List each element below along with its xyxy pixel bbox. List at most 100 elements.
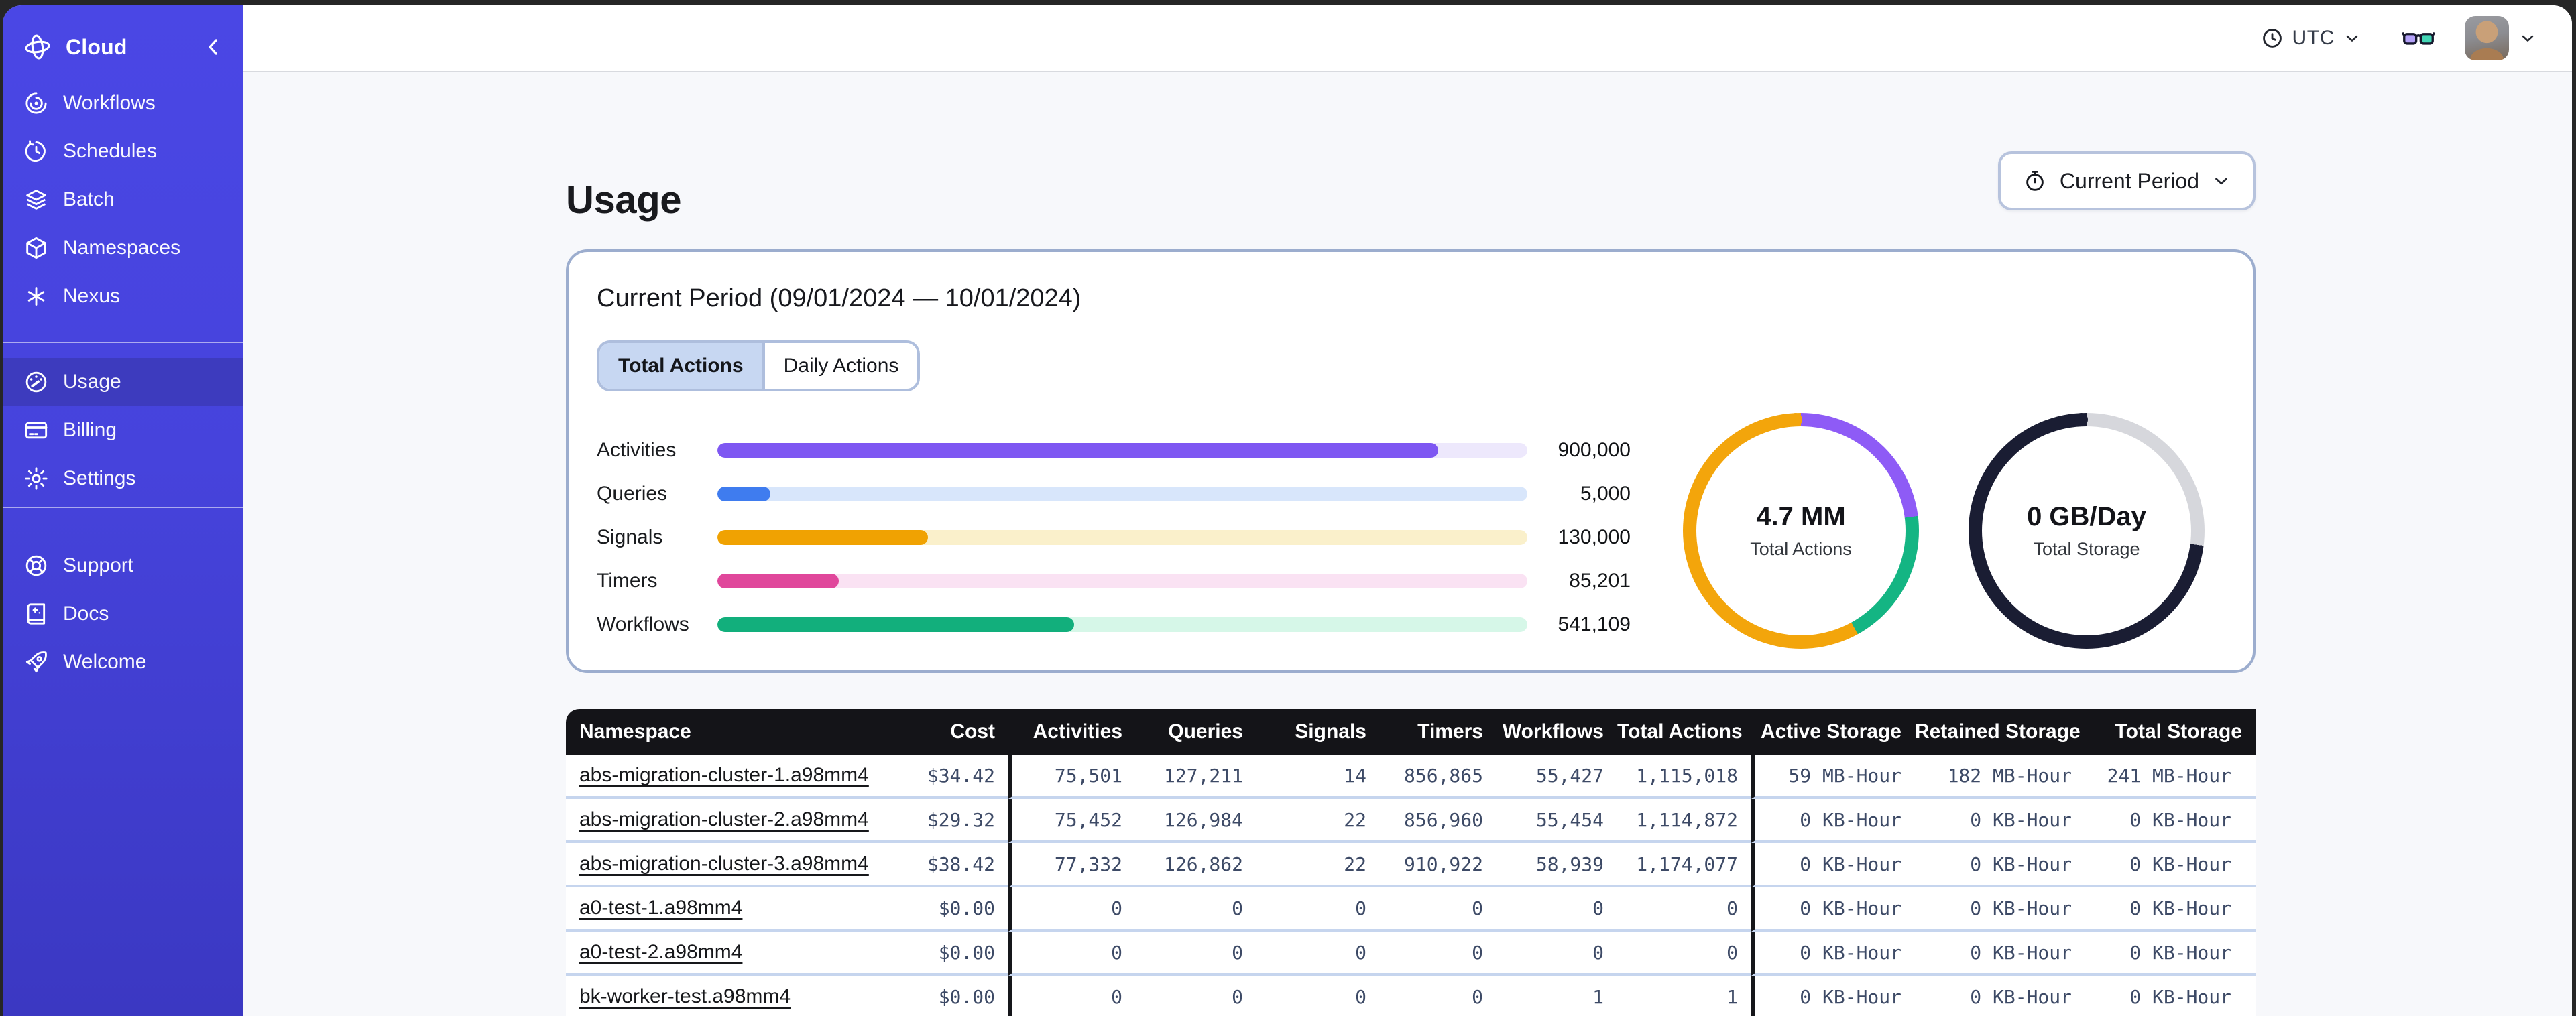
clock-icon xyxy=(2262,29,2282,48)
bar-track xyxy=(717,530,1527,545)
table-row: abs-migration-cluster-3.a98mm4 $38.42 77… xyxy=(566,843,2256,887)
card-title: Current Period (09/01/2024 — 10/01/2024) xyxy=(597,284,1081,312)
brand-label: Cloud xyxy=(66,34,127,59)
activities-cell: 77,332 xyxy=(1008,843,1136,887)
namespace-link[interactable]: abs-migration-cluster-2.a98mm4 xyxy=(579,808,869,830)
namespace-link[interactable]: a0-test-1.a98mm4 xyxy=(579,897,742,919)
namespace-cell: a0-test-1.a98mm4 xyxy=(566,887,882,932)
bar-row: Timers 85,201 xyxy=(597,566,1631,596)
total-actions-cell: 1,114,872 xyxy=(1617,799,1751,843)
bar-fill xyxy=(717,487,770,501)
activities-cell: 0 xyxy=(1008,932,1136,976)
bar-label: Signals xyxy=(597,526,663,548)
namespace-link[interactable]: abs-migration-cluster-3.a98mm4 xyxy=(579,852,869,875)
table-header-row: Namespace Cost Activities Queries Signal… xyxy=(566,709,2256,755)
namespace-link[interactable]: abs-migration-cluster-1.a98mm4 xyxy=(579,764,869,786)
bar-row: Signals 130,000 xyxy=(597,523,1631,552)
signals-cell: 22 xyxy=(1256,799,1380,843)
period-selector-button[interactable]: Current Period xyxy=(1997,151,2256,210)
bar-row: Activities 900,000 xyxy=(597,436,1631,465)
settings-gear-icon xyxy=(25,467,48,490)
account-menu-button[interactable] xyxy=(2465,16,2537,60)
tab[interactable]: Total Actions xyxy=(599,343,762,389)
namespace-cell: a0-test-2.a98mm4 xyxy=(566,932,882,976)
bar-track xyxy=(717,443,1527,458)
topbar: UTC xyxy=(243,5,2572,72)
bar-label: Activities xyxy=(597,439,677,461)
sidebar-item-schedules[interactable]: Schedules xyxy=(3,127,243,176)
table-row: abs-migration-cluster-1.a98mm4 $34.42 75… xyxy=(566,755,2256,799)
queries-cell: 127,211 xyxy=(1136,755,1256,799)
welcome-rocket-icon xyxy=(25,651,47,673)
bar-track xyxy=(717,487,1527,501)
chevron-left-icon xyxy=(209,39,217,55)
sidebar-collapse-button[interactable] xyxy=(200,34,227,60)
browser-window: Cloud Workflows Schedules Batch Namespac… xyxy=(3,5,2572,1016)
cloud-logo-icon xyxy=(25,34,50,60)
namespace-link[interactable]: bk-worker-test.a98mm4 xyxy=(579,985,791,1007)
retained-storage-cell: 0 KB-Hour xyxy=(1915,932,2085,976)
bar-label: Timers xyxy=(597,570,658,592)
signals-cell: 0 xyxy=(1256,976,1380,1016)
total-actions-donut: 4.7 MM Total Actions xyxy=(1683,413,1919,649)
bar-fill xyxy=(717,617,1074,632)
workflows-cell: 0 xyxy=(1497,932,1617,976)
bar-value: 541,109 xyxy=(1558,613,1631,635)
timers-cell: 0 xyxy=(1380,932,1497,976)
total-actions-cell: 1 xyxy=(1617,976,1751,1016)
actions-bar-chart: Activities 900,000 Queries 5,000 Signals… xyxy=(597,436,1631,653)
bar-fill xyxy=(717,530,929,545)
retained-storage-cell: 0 KB-Hour xyxy=(1915,976,2085,1016)
table-row: bk-worker-test.a98mm4 $0.00 0 0 0 0 1 1 … xyxy=(566,976,2256,1016)
active-storage-cell: 0 KB-Hour xyxy=(1751,976,1915,1016)
workflows-cell: 1 xyxy=(1497,976,1617,1016)
sidebar: Cloud Workflows Schedules Batch Namespac… xyxy=(3,5,243,1016)
column-header: Total Storage xyxy=(2085,709,2256,755)
sidebar-item-namespaces[interactable]: Namespaces xyxy=(3,224,243,272)
timezone-selector[interactable]: UTC xyxy=(2260,26,2361,50)
sidebar-item-nexus[interactable]: Nexus xyxy=(3,272,243,320)
bar-fill xyxy=(717,574,839,588)
cost-cell: $34.42 xyxy=(882,755,1008,799)
sidebar-item-support[interactable]: Support xyxy=(3,542,243,590)
sidebar-primary-nav: Workflows Schedules Batch Namespaces Nex… xyxy=(3,78,243,320)
chevron-down-icon xyxy=(2346,35,2358,42)
sidebar-item-batch[interactable]: Batch xyxy=(3,176,243,224)
donut-value: 4.7 MM xyxy=(1756,502,1846,531)
workflows-cell: 55,427 xyxy=(1497,755,1617,799)
namespaces-cube-icon xyxy=(26,237,46,259)
workflows-cell: 58,939 xyxy=(1497,843,1617,887)
donut-label: Total Actions xyxy=(1750,539,1852,559)
feedback-glasses-button[interactable] xyxy=(2402,21,2435,55)
app: Cloud Workflows Schedules Batch Namespac… xyxy=(0,0,2576,1016)
sidebar-item-billing[interactable]: Billing xyxy=(3,406,243,454)
namespace-cell: bk-worker-test.a98mm4 xyxy=(566,976,882,1016)
table-row: a0-test-2.a98mm4 $0.00 0 0 0 0 0 0 0 KB-… xyxy=(566,932,2256,976)
page-title: Usage xyxy=(566,178,682,222)
sidebar-item-welcome[interactable]: Welcome xyxy=(3,638,243,686)
total-storage-cell: 0 KB-Hour xyxy=(2085,932,2256,976)
activities-cell: 0 xyxy=(1008,887,1136,932)
chevron-down-icon xyxy=(2215,178,2227,185)
billing-card-icon xyxy=(25,422,48,439)
sidebar-item-workflows[interactable]: Workflows xyxy=(3,79,243,127)
sidebar-brand: Cloud xyxy=(3,16,243,78)
column-header: Timers xyxy=(1380,709,1497,755)
batch-layers-icon xyxy=(26,190,46,210)
timers-cell: 0 xyxy=(1380,976,1497,1016)
tab[interactable]: Daily Actions xyxy=(762,343,918,389)
docs-book-icon xyxy=(27,603,46,625)
namespace-cell: abs-migration-cluster-3.a98mm4 xyxy=(566,843,882,887)
total-actions-cell: 1,115,018 xyxy=(1617,755,1751,799)
bar-fill xyxy=(717,443,1439,458)
queries-cell: 0 xyxy=(1136,932,1256,976)
total-storage-cell: 0 KB-Hour xyxy=(2085,799,2256,843)
sidebar-item-usage[interactable]: Usage xyxy=(3,358,243,406)
queries-cell: 0 xyxy=(1136,976,1256,1016)
sidebar-item-settings[interactable]: Settings xyxy=(3,454,243,503)
signals-cell: 14 xyxy=(1256,755,1380,799)
sidebar-item-docs[interactable]: Docs xyxy=(3,590,243,638)
column-header: Retained Storage xyxy=(1915,709,2085,755)
workflows-cell: 0 xyxy=(1497,887,1617,932)
namespace-link[interactable]: a0-test-2.a98mm4 xyxy=(579,941,742,963)
